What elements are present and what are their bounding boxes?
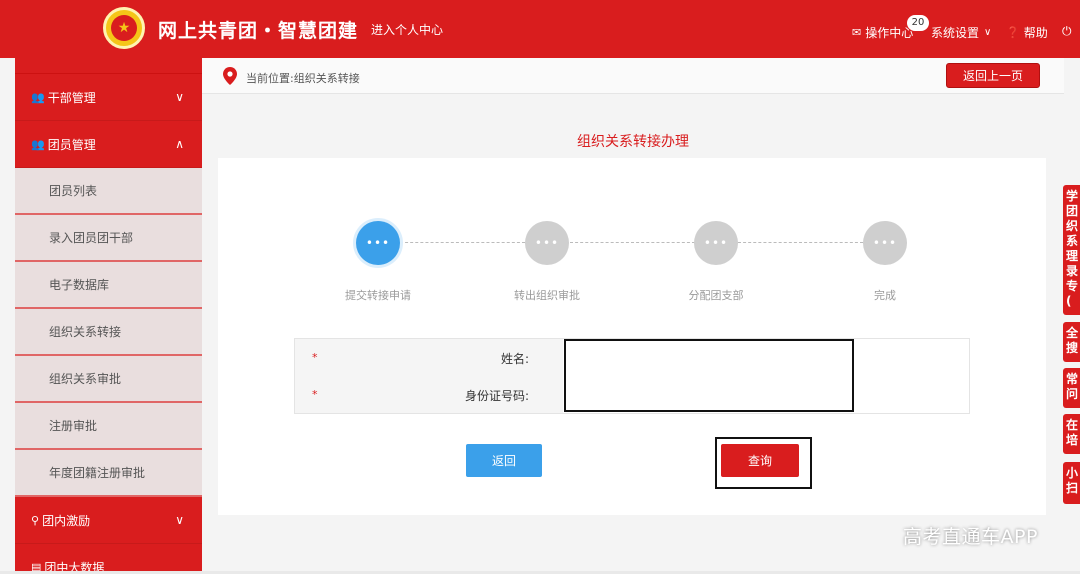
ops-center-link[interactable]: ✉ 操作中心 bbox=[852, 24, 913, 41]
breadcrumb: 当前位置:组织关系转接 bbox=[246, 72, 360, 85]
float-tab-training[interactable]: 在培 bbox=[1063, 414, 1080, 454]
site-title: 网上共青团・智慧团建 bbox=[158, 20, 359, 42]
ops-center-label: 操作中心 bbox=[865, 26, 914, 40]
sidebar-top-divider bbox=[15, 58, 202, 74]
chevron-down-icon: ∨ bbox=[984, 27, 992, 38]
power-icon: ⏻ bbox=[1062, 24, 1072, 38]
query-button[interactable]: 查询 bbox=[721, 444, 799, 477]
sidebar-item-annual-register[interactable]: 年度团籍注册审批 bbox=[15, 450, 202, 497]
float-tab-search[interactable]: 全搜 bbox=[1063, 322, 1080, 362]
step-2-indicator: ••• bbox=[525, 221, 569, 265]
float-tab-scan[interactable]: 小扫 bbox=[1063, 462, 1080, 504]
id-number-label: 身份证号码: bbox=[464, 389, 529, 403]
help-label: 帮助 bbox=[1023, 26, 1048, 40]
ops-count-badge: 20 bbox=[907, 15, 929, 31]
step-4-indicator: ••• bbox=[863, 221, 907, 265]
sidebar-item-register-approval[interactable]: 注册审批 bbox=[15, 403, 202, 450]
step-1-indicator: ••• bbox=[356, 221, 400, 265]
top-header: ★ 网上共青团・智慧团建 进入个人中心 ✉ 操作中心 20 系统设置 ∨ ❓ 帮… bbox=[0, 0, 1080, 58]
personal-center-link[interactable]: 进入个人中心 bbox=[371, 21, 443, 38]
name-label-cell: * 姓名: bbox=[295, 339, 563, 376]
help-icon: ❓ bbox=[1006, 26, 1020, 39]
step-connector bbox=[570, 242, 695, 243]
required-mark: * bbox=[312, 388, 318, 401]
help-link[interactable]: ❓ 帮助 bbox=[1006, 24, 1048, 41]
sidebar: 👥 干部管理 ∨ 👥 团员管理 ∧ 团员列表 录入团员团干部 电子数据库 组织关… bbox=[15, 58, 202, 574]
sidebar-group-label: 团员管理 bbox=[47, 137, 96, 152]
sidebar-item-e-database[interactable]: 电子数据库 bbox=[15, 262, 202, 309]
sidebar-item-member-list[interactable]: 团员列表 bbox=[15, 168, 202, 215]
envelope-icon: ✉ bbox=[852, 26, 862, 39]
sidebar-item-org-transfer[interactable]: 组织关系转接 bbox=[15, 309, 202, 356]
hierarchy-icon: ⚲ bbox=[31, 513, 40, 527]
chevron-up-icon: ∧ bbox=[175, 137, 184, 151]
back-button[interactable]: 返回 bbox=[466, 444, 542, 477]
chevron-down-icon: ∨ bbox=[175, 513, 184, 527]
required-mark: * bbox=[312, 351, 318, 364]
name-row: * 姓名: bbox=[295, 339, 969, 376]
query-form: * 姓名: * 身份证号码: bbox=[294, 338, 970, 414]
sidebar-group-label: 团内激励 bbox=[42, 513, 91, 528]
float-tab-faq[interactable]: 常问 bbox=[1063, 368, 1080, 408]
location-pin-icon bbox=[223, 67, 237, 85]
sidebar-group-bigdata[interactable]: ▤ 团中大数据 bbox=[15, 544, 202, 574]
league-logo[interactable]: ★ bbox=[103, 7, 145, 49]
step-1-label: 提交转接申请 bbox=[345, 289, 411, 302]
step-3-indicator: ••• bbox=[694, 221, 738, 265]
name-label: 姓名: bbox=[500, 352, 529, 366]
sidebar-group-cadre[interactable]: 👥 干部管理 ∨ bbox=[15, 74, 202, 121]
sidebar-group-label: 干部管理 bbox=[47, 90, 96, 105]
sidebar-item-enter-member[interactable]: 录入团员团干部 bbox=[15, 215, 202, 262]
step-2-label: 转出组织审批 bbox=[514, 289, 580, 302]
users-icon: 👥 bbox=[31, 137, 45, 151]
breadcrumb-bar: 当前位置:组织关系转接 返回上一页 bbox=[202, 58, 1064, 94]
float-tab-study[interactable]: 学团织系理录专( bbox=[1063, 185, 1080, 315]
settings-menu[interactable]: 系统设置 ∨ bbox=[931, 24, 991, 41]
chevron-down-icon: ∨ bbox=[175, 90, 184, 104]
step-4-label: 完成 bbox=[874, 289, 896, 302]
step-connector bbox=[400, 242, 525, 243]
sidebar-group-incentive[interactable]: ⚲ 团内激励 ∨ bbox=[15, 497, 202, 544]
page-title: 组织关系转接办理 bbox=[577, 134, 689, 150]
logout-button[interactable]: ⏻ bbox=[1062, 24, 1072, 39]
users-icon: 👥 bbox=[31, 90, 45, 104]
step-connector bbox=[738, 242, 863, 243]
transfer-form-card: ••• ••• ••• ••• 提交转接申请 转出组织审批 分配团支部 完成 *… bbox=[218, 158, 1046, 515]
sidebar-group-member[interactable]: 👥 团员管理 ∧ bbox=[15, 121, 202, 168]
id-row: * 身份证号码: bbox=[295, 376, 969, 413]
step-3-label: 分配团支部 bbox=[688, 289, 744, 302]
id-number-input[interactable] bbox=[563, 376, 969, 413]
id-label-cell: * 身份证号码: bbox=[295, 376, 563, 413]
back-to-previous-button[interactable]: 返回上一页 bbox=[946, 63, 1040, 88]
watermark: 高考直通车APP bbox=[903, 526, 1038, 548]
sidebar-item-org-approval[interactable]: 组织关系审批 bbox=[15, 356, 202, 403]
settings-label: 系统设置 bbox=[931, 26, 980, 40]
name-input[interactable] bbox=[563, 339, 969, 376]
